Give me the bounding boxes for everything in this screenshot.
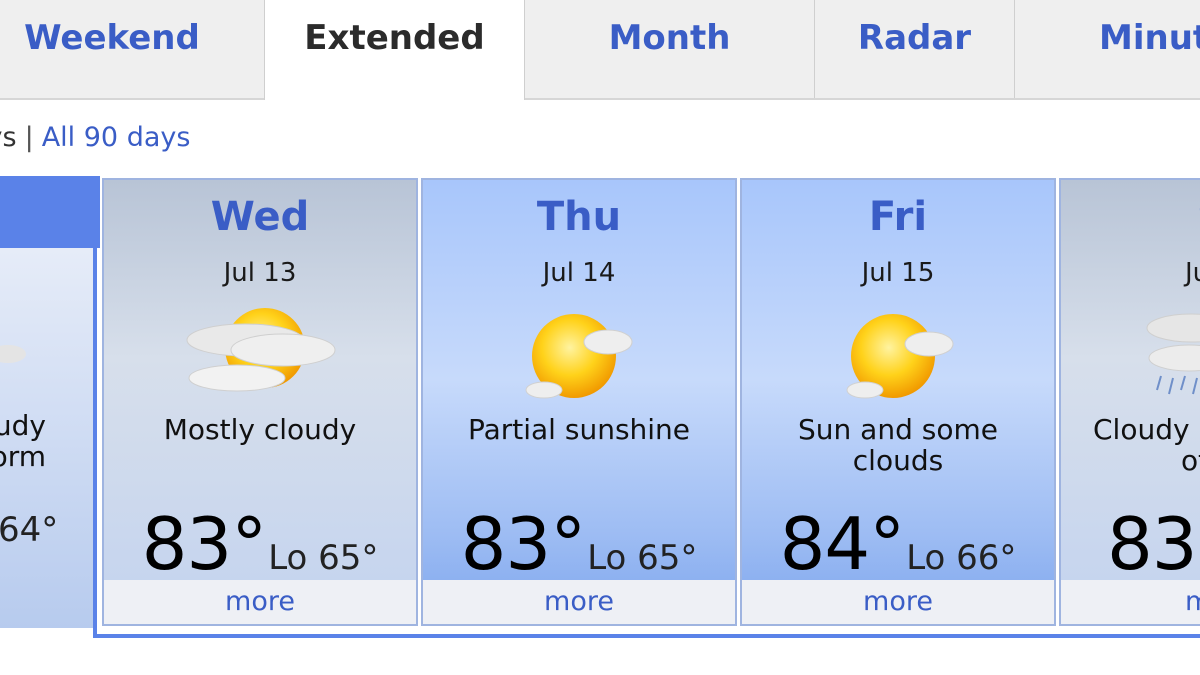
extended-forecast-strip: udy orm 64° Wed Jul 13 Mostly cloudy 83°… (0, 176, 1200, 642)
tab-extended[interactable]: Extended (264, 0, 525, 100)
previous-day-header (0, 176, 100, 248)
sun-and-clouds-icon (742, 298, 1054, 408)
low-temp: Lo 66° (906, 538, 1017, 578)
day-card-thu[interactable]: Thu Jul 14 Partial sunshine 83°Lo 65° mo… (421, 178, 737, 626)
high-temp: 83° (141, 502, 268, 586)
previous-day-card[interactable]: udy orm 64° (0, 248, 93, 628)
high-temp: 84° (779, 502, 906, 586)
day-condition: Partial sunshine (467, 413, 691, 446)
day-date: Jul 15 (861, 258, 935, 288)
more-link[interactable]: more (104, 580, 416, 624)
link-separator: | (24, 122, 34, 153)
day-name: Wed (210, 194, 310, 240)
day-card-wed[interactable]: Wed Jul 13 Mostly cloudy 83°Lo 65° more (102, 178, 418, 626)
cloud-icon (0, 345, 26, 363)
more-link[interactable]: more (423, 580, 735, 624)
day-name: Fri (868, 194, 928, 240)
low-temp: Lo 65° (268, 538, 379, 578)
day-name: Thu (536, 194, 622, 240)
more-link[interactable]: more (742, 580, 1054, 624)
low-temp: Lo 65° (587, 538, 698, 578)
partial-sunshine-icon (423, 298, 735, 408)
forecast-tab-bar: Weekend Extended Month Radar Minut (0, 0, 1200, 100)
day-card-sat[interactable]: S Ju Cloudy of 83 m (1059, 178, 1200, 626)
more-link[interactable]: m (1061, 580, 1200, 624)
day-condition: Sun and some clouds (798, 413, 998, 477)
high-temp: 83 (1107, 502, 1198, 586)
tab-minutecast[interactable]: Minut (1015, 0, 1200, 98)
day-condition-line2: of (1181, 444, 1200, 477)
previous-day-condition-line1: udy (0, 409, 46, 442)
previous-day-lo-temp: 64° (0, 510, 59, 550)
day-condition: Cloudy (1093, 413, 1190, 446)
tab-month[interactable]: Month (525, 0, 815, 98)
cloudy-showers-icon (1061, 298, 1200, 408)
day-range-links: ays | All 90 days (0, 122, 190, 153)
day-card-fri[interactable]: Fri Jul 15 Sun and some clouds 84°Lo 66°… (740, 178, 1056, 626)
previous-day-condition-line2: orm (0, 440, 46, 473)
day-date: Jul 13 (223, 258, 297, 288)
tab-weekend[interactable]: Weekend (0, 0, 265, 98)
day-date: Ju (1185, 258, 1200, 288)
high-temp: 83° (460, 502, 587, 586)
all-90-days-link[interactable]: All 90 days (42, 122, 191, 153)
days-range-link[interactable]: ays (0, 122, 17, 153)
tab-radar[interactable]: Radar (815, 0, 1015, 98)
mostly-cloudy-icon (104, 298, 416, 408)
day-condition: Mostly cloudy (163, 413, 357, 446)
tab-bar-divider (0, 98, 1200, 100)
day-date: Jul 14 (542, 258, 616, 288)
